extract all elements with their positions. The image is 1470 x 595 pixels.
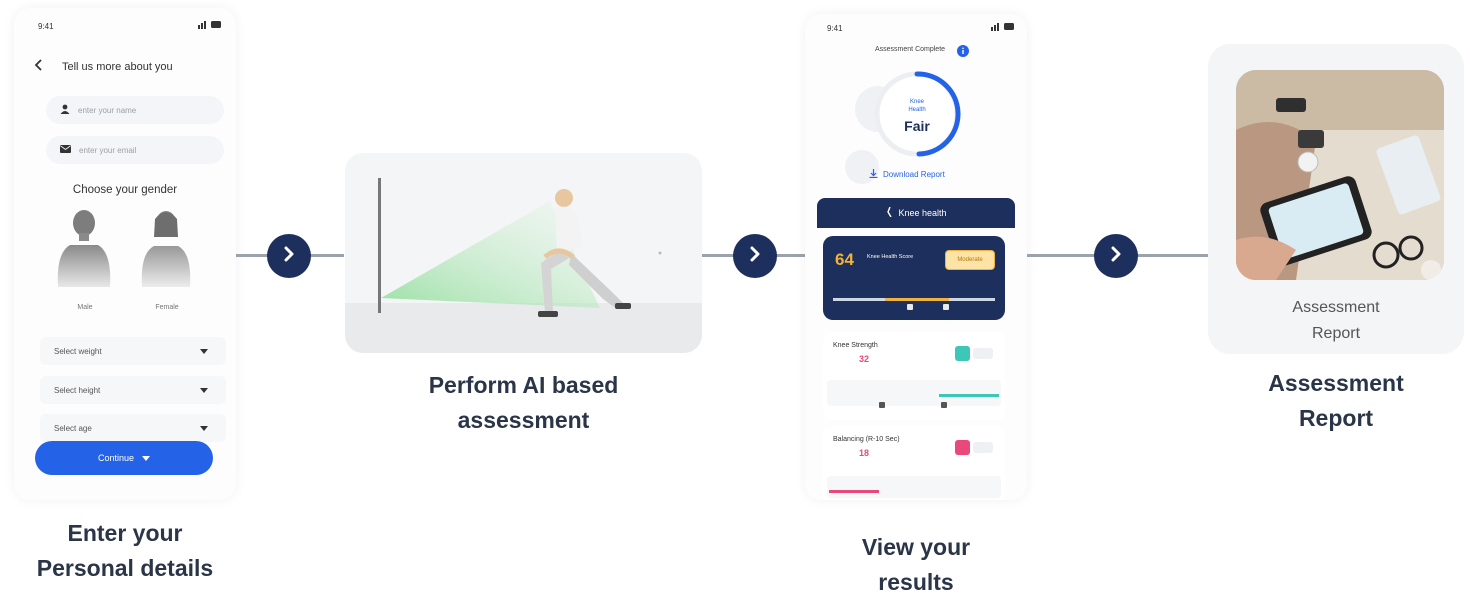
chevron-down-icon	[200, 386, 208, 395]
tab-knee-health[interactable]: Knee health	[817, 198, 1015, 228]
step2-caption-line1: Perform AI based	[428, 372, 619, 398]
metric1-marker	[879, 402, 885, 408]
knee-score-card: 64 Knee Health Score Moderate	[823, 236, 1005, 320]
page-title: Tell us more about you	[62, 61, 173, 73]
continue-button[interactable]: Continue	[35, 441, 213, 475]
metric2-title: Balancing (R-10 Sec)	[833, 436, 900, 443]
knee-health-gauge	[874, 71, 961, 157]
step3-caption: View your results	[805, 530, 1027, 595]
metric2-tag	[973, 442, 993, 453]
metric2-range-fill	[829, 490, 879, 493]
metric1-status-chip	[955, 346, 970, 361]
name-placeholder: enter your name	[78, 105, 137, 115]
metric-card-balancing: Balancing (R-10 Sec) 18	[823, 426, 1005, 500]
male-avatar	[57, 210, 111, 287]
report-card-label-line2: Report	[1311, 325, 1361, 342]
chevron-right-icon	[282, 245, 296, 268]
status-time: 9:41	[827, 24, 843, 33]
status-icons	[991, 22, 1015, 33]
ai-assessment-illustration	[345, 178, 702, 353]
score-marker	[943, 304, 949, 310]
download-report-link[interactable]: Download Report	[869, 165, 945, 183]
name-input[interactable]: enter your name	[46, 96, 224, 124]
step1-caption-line2: Personal details	[36, 555, 214, 581]
step1-caption-line1: Enter your	[67, 520, 183, 546]
metric1-title: Knee Strength	[833, 342, 878, 349]
height-select[interactable]: Select height	[40, 376, 226, 404]
tab-knee-health-label: Knee health	[898, 208, 947, 218]
chevron-down-icon	[200, 347, 208, 356]
status-time: 9:41	[38, 22, 54, 31]
metric1-marker	[941, 402, 947, 408]
back-arrow-icon[interactable]	[34, 58, 44, 77]
step4-caption: Assessment Report	[1208, 366, 1464, 436]
male-label: Male	[77, 304, 93, 311]
metric2-status-chip	[955, 440, 970, 455]
metric1-tag	[973, 348, 993, 359]
mail-icon	[60, 145, 71, 155]
metric2-range	[827, 476, 1001, 498]
assessment-complete-label: Assessment Complete	[875, 46, 946, 53]
female-avatar	[141, 211, 191, 287]
user-icon	[60, 104, 70, 116]
metric1-range	[827, 380, 1001, 406]
ai-assessment-card	[345, 153, 702, 353]
step4-caption-line1: Assessment	[1268, 370, 1404, 396]
knee-score-badge: Moderate	[945, 250, 995, 270]
next-step-button[interactable]	[733, 234, 777, 278]
metric1-range-fill	[939, 394, 999, 397]
step2-caption: Perform AI based assessment	[345, 368, 702, 438]
knee-score-label: Knee Health Score	[867, 254, 914, 260]
status-icons	[198, 20, 222, 31]
info-icon[interactable]	[957, 44, 969, 62]
metric-card-strength: Knee Strength 32	[823, 332, 1005, 420]
results-phone-screen: 9:41 Assessment Complete Knee Health Fai…	[805, 14, 1027, 500]
download-icon	[869, 165, 878, 183]
step3-caption-line2: results	[878, 569, 954, 595]
weight-select[interactable]: Select weight	[40, 337, 226, 365]
gender-heading: Choose your gender	[72, 184, 178, 196]
knee-icon	[885, 206, 893, 219]
gauge-label-line1: Knee	[909, 99, 924, 105]
continue-label: Continue	[97, 453, 135, 463]
next-step-button[interactable]	[267, 234, 311, 278]
female-option[interactable]	[132, 203, 202, 287]
step3-caption-line1: View your	[861, 534, 971, 560]
step1-caption: Enter your Personal details	[14, 516, 236, 586]
chevron-right-icon	[748, 245, 762, 268]
email-input[interactable]: enter your email	[46, 136, 224, 164]
chevron-down-icon	[200, 424, 208, 433]
step2-caption-line2: assessment	[457, 407, 590, 433]
age-select-value: Select age	[54, 423, 92, 433]
gauge-label-line2: Health	[908, 107, 926, 113]
step4-caption-line2: Report	[1298, 405, 1374, 431]
report-photo	[1236, 70, 1444, 280]
metric2-value: 18	[859, 448, 870, 458]
knee-score-value: 64	[835, 250, 854, 269]
gauge-value: Fair	[904, 118, 930, 134]
height-select-value: Select height	[54, 385, 101, 395]
chevron-down-icon	[142, 453, 151, 463]
score-marker	[907, 304, 913, 310]
report-photo-image	[1236, 70, 1444, 280]
weight-select-value: Select weight	[54, 346, 102, 356]
next-step-button[interactable]	[1094, 234, 1138, 278]
email-placeholder: enter your email	[79, 145, 137, 155]
chevron-right-icon	[1109, 245, 1123, 268]
male-option[interactable]	[50, 203, 120, 287]
assessment-report-card: Assessment Report	[1208, 44, 1464, 354]
female-label: Female	[155, 304, 179, 311]
details-phone-screen: 9:41 Tell us more about you enter your n…	[14, 8, 236, 500]
download-report-label: Download Report	[883, 169, 945, 179]
age-select[interactable]: Select age	[40, 414, 226, 442]
score-range-fill	[885, 298, 949, 301]
report-card-label-line1: Assessment	[1292, 299, 1380, 316]
metric1-value: 32	[859, 354, 870, 364]
